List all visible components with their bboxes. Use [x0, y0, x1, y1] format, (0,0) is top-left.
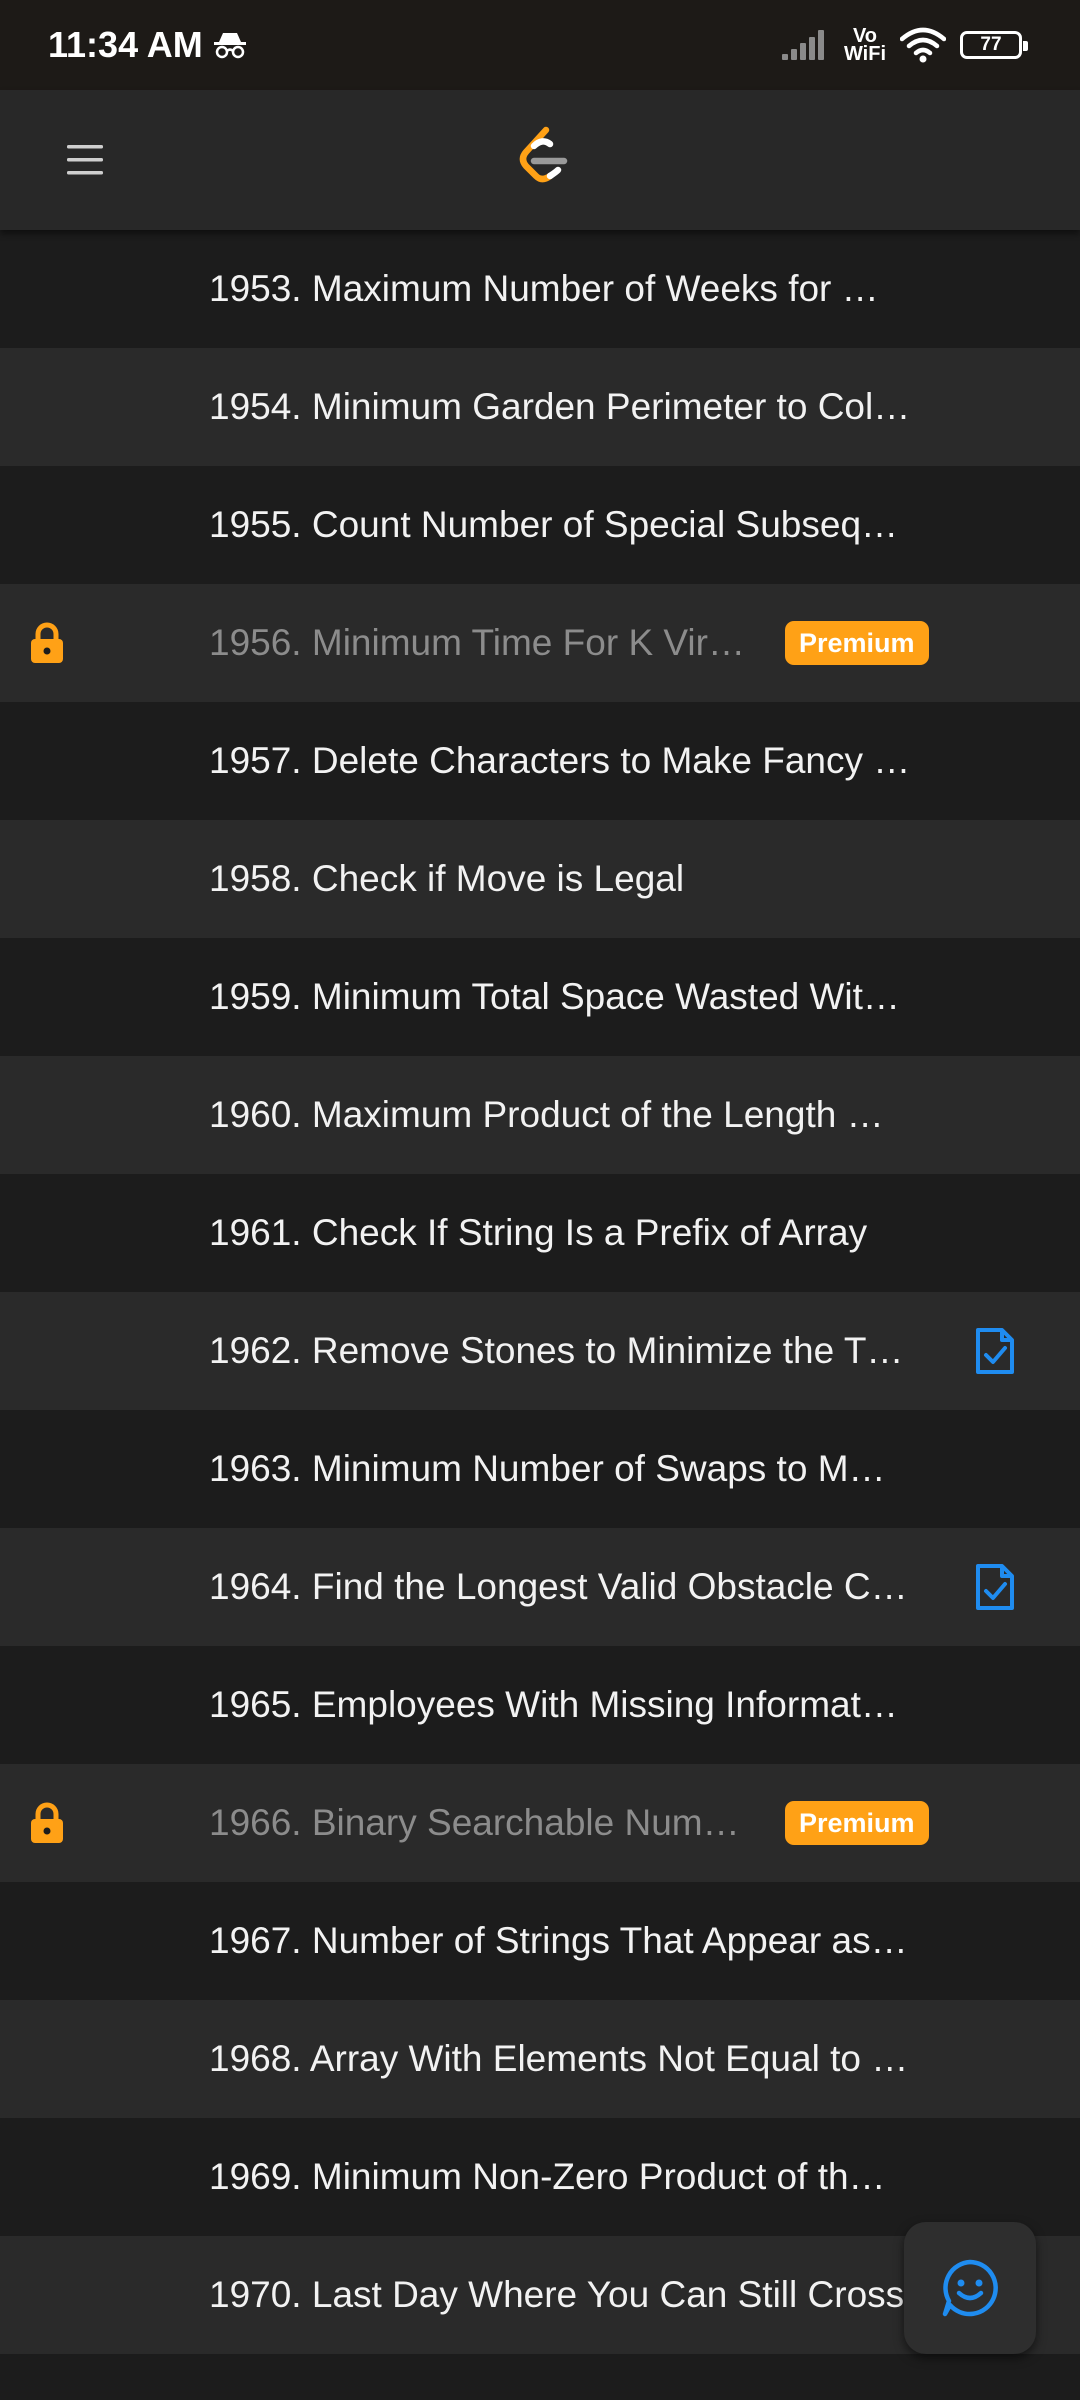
app-bar — [0, 90, 1080, 230]
status-time: 11:34 AM — [48, 24, 203, 65]
problem-title: 1966. Binary Searchable Num… — [209, 1802, 740, 1843]
problem-row[interactable]: 1956. Minimum Time For K Vir… Premium — [0, 584, 1080, 702]
problem-row[interactable]: 1964. Find the Longest Valid Obstacle C… — [0, 1528, 1080, 1646]
problem-title: 1962. Remove Stones to Minimize the T… — [209, 1330, 904, 1371]
lock-icon — [31, 622, 63, 663]
solution-doc-icon[interactable] — [974, 1562, 1016, 1612]
problem-row[interactable]: 1967. Number of Strings That Appear as… — [0, 1882, 1080, 2000]
problem-row[interactable]: 1957. Delete Characters to Make Fancy … — [0, 702, 1080, 820]
problem-row[interactable]: 1961. Check If String Is a Prefix of Arr… — [0, 1174, 1080, 1292]
problem-title: 1955. Count Number of Special Subseq… — [209, 504, 899, 545]
premium-badge: Premium — [785, 621, 929, 665]
problem-row[interactable]: 1962. Remove Stones to Minimize the T… — [0, 1292, 1080, 1410]
solution-doc-icon[interactable] — [974, 1326, 1016, 1376]
problem-row[interactable]: 1954. Minimum Garden Perimeter to Col… — [0, 348, 1080, 466]
lock-icon — [31, 1802, 63, 1843]
problem-row[interactable]: 1960. Maximum Product of the Length … — [0, 1056, 1080, 1174]
battery-icon: 77 — [960, 31, 1028, 59]
smile-icon — [942, 2259, 998, 2317]
problem-list: 1953. Maximum Number of Weeks for … 1954.… — [0, 230, 1080, 2354]
problem-row[interactable]: 1958. Check if Move is Legal — [0, 820, 1080, 938]
problem-title: 1965. Employees With Missing Informat… — [209, 1684, 898, 1725]
problem-title: 1960. Maximum Product of the Length … — [209, 1094, 884, 1135]
vowifi-indicator: Vo WiFi — [843, 26, 886, 65]
problem-title: 1957. Delete Characters to Make Fancy … — [209, 740, 911, 781]
problem-title: 1964. Find the Longest Valid Obstacle C… — [209, 1566, 908, 1607]
problem-row[interactable]: 1959. Minimum Total Space Wasted Wit… — [0, 938, 1080, 1056]
problem-title: 1968. Array With Elements Not Equal to … — [209, 2038, 909, 2079]
hamburger-menu-icon — [67, 145, 103, 175]
problem-title: 1953. Maximum Number of Weeks for … — [209, 268, 879, 309]
problem-title: 1961. Check If String Is a Prefix of Arr… — [209, 1212, 868, 1253]
problem-row[interactable]: 1965. Employees With Missing Informat… — [0, 1646, 1080, 1764]
problem-row[interactable]: 1953. Maximum Number of Weeks for … — [0, 230, 1080, 348]
vowifi-bottom: WiFi — [843, 43, 886, 65]
problem-row[interactable]: 1955. Count Number of Special Subseq… — [0, 466, 1080, 584]
feedback-button[interactable] — [904, 2222, 1036, 2354]
problem-title: 1954. Minimum Garden Perimeter to Col… — [209, 386, 911, 427]
problem-title: 1958. Check if Move is Legal — [209, 858, 685, 899]
problem-row[interactable]: 1969. Minimum Non-Zero Product of th… — [0, 2118, 1080, 2236]
status-icons: Vo WiFi 77 — [780, 26, 1032, 65]
problem-row[interactable]: 1966. Binary Searchable Num… Premium — [0, 1764, 1080, 1882]
signal-icon — [781, 30, 824, 60]
problem-row[interactable]: 1968. Array With Elements Not Equal to … — [0, 2000, 1080, 2118]
battery-level: 77 — [980, 34, 1002, 55]
status-bar: 11:34 AM Vo WiFi 77 — [0, 0, 1080, 90]
premium-badge: Premium — [785, 1801, 929, 1845]
leetcode-logo[interactable] — [512, 124, 576, 194]
problem-row[interactable]: 1963. Minimum Number of Swaps to M… — [0, 1410, 1080, 1528]
problem-title: 1969. Minimum Non-Zero Product of th… — [209, 2156, 886, 2197]
incognito-icon — [213, 33, 246, 59]
wifi-icon — [900, 27, 946, 63]
problem-title: 1959. Minimum Total Space Wasted Wit… — [209, 976, 900, 1017]
problem-title: 1970. Last Day Where You Can Still Cross — [209, 2274, 905, 2315]
problem-title: 1956. Minimum Time For K Vir… — [209, 622, 745, 663]
problem-title: 1967. Number of Strings That Appear as… — [209, 1920, 908, 1961]
menu-button[interactable] — [52, 132, 118, 188]
problem-title: 1963. Minimum Number of Swaps to M… — [209, 1448, 886, 1489]
